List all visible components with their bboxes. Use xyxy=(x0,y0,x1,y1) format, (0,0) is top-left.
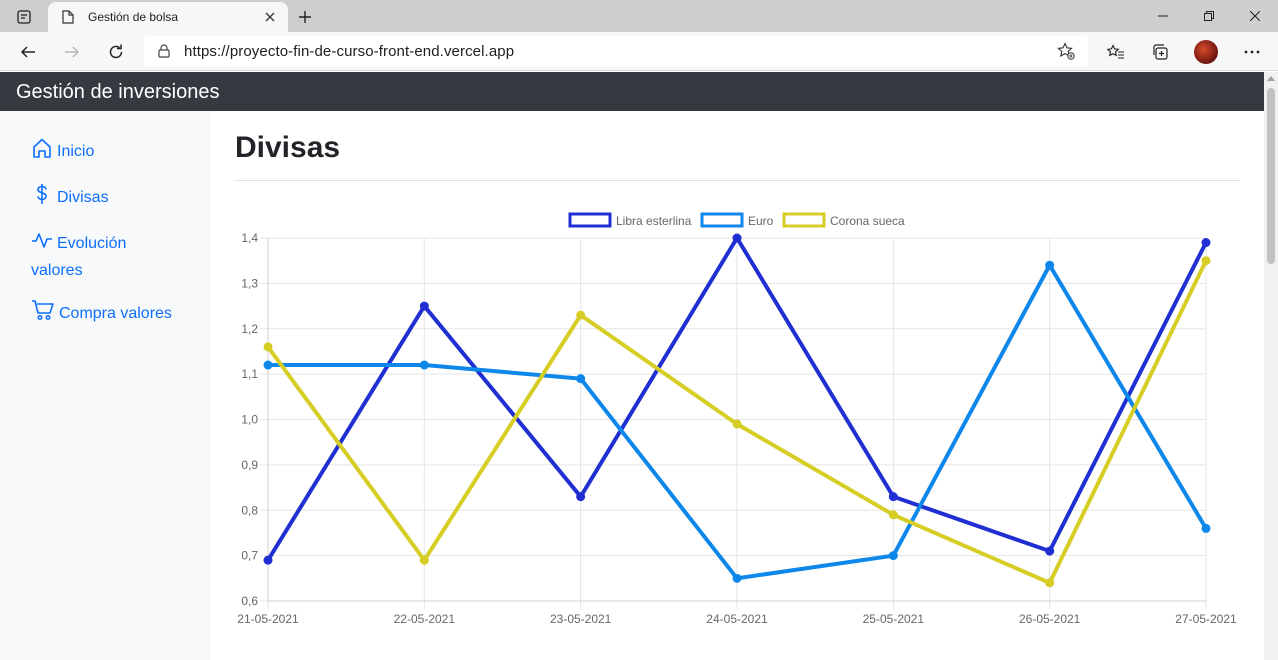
data-point-0 xyxy=(1045,546,1055,556)
data-point-1 xyxy=(732,573,742,583)
data-point-1 xyxy=(1045,260,1055,270)
x-tick-label: 27-05-2021 xyxy=(1175,612,1237,626)
y-tick-label: 1,1 xyxy=(241,367,258,381)
data-point-0 xyxy=(888,492,898,502)
data-point-0 xyxy=(419,301,429,311)
data-point-2 xyxy=(1045,578,1055,588)
y-tick-label: 1,0 xyxy=(241,413,258,427)
y-tick-label: 1,3 xyxy=(241,276,258,290)
data-point-1 xyxy=(1201,523,1211,533)
data-point-2 xyxy=(1201,256,1211,266)
legend-swatch xyxy=(568,212,612,228)
x-tick-label: 22-05-2021 xyxy=(394,612,456,626)
x-tick-label: 21-05-2021 xyxy=(237,612,299,626)
x-tick-label: 24-05-2021 xyxy=(706,612,768,626)
x-tick-label: 23-05-2021 xyxy=(550,612,612,626)
legend-label: Libra esterlina xyxy=(616,214,692,228)
divisas-line-chart: 1,4 1,3 1,2 1,1 1,0 0,9 0,8 0,7 0,6 21-05-2021 22-… xyxy=(237,212,1237,626)
y-tick-label: 0,6 xyxy=(241,594,258,608)
data-point-1 xyxy=(419,360,429,370)
data-point-2 xyxy=(263,342,273,352)
data-point-0 xyxy=(732,233,742,243)
data-point-1 xyxy=(576,374,586,384)
legend-label: Euro xyxy=(748,214,774,228)
data-point-1 xyxy=(263,360,273,370)
page-scrollbar[interactable] xyxy=(1264,72,1278,660)
y-tick-label: 0,8 xyxy=(241,503,258,517)
data-point-2 xyxy=(576,310,586,320)
data-point-0 xyxy=(1201,238,1211,248)
data-point-2 xyxy=(888,510,898,520)
legend-label: Corona sueca xyxy=(830,214,905,228)
data-point-2 xyxy=(732,419,742,429)
scroll-up-arrow-icon[interactable] xyxy=(1267,76,1275,81)
y-tick-label: 1,2 xyxy=(241,322,258,336)
legend-swatch xyxy=(700,212,744,228)
x-tick-label: 25-05-2021 xyxy=(863,612,925,626)
legend-swatch xyxy=(782,212,826,228)
y-tick-label: 1,4 xyxy=(241,231,258,245)
x-tick-label: 26-05-2021 xyxy=(1019,612,1081,626)
data-point-0 xyxy=(576,492,586,502)
data-point-0 xyxy=(263,555,273,565)
y-tick-label: 0,9 xyxy=(241,458,258,472)
data-point-1 xyxy=(888,551,898,561)
data-point-2 xyxy=(419,555,429,565)
scrollbar-thumb[interactable] xyxy=(1267,88,1275,264)
y-tick-label: 0,7 xyxy=(241,549,258,563)
